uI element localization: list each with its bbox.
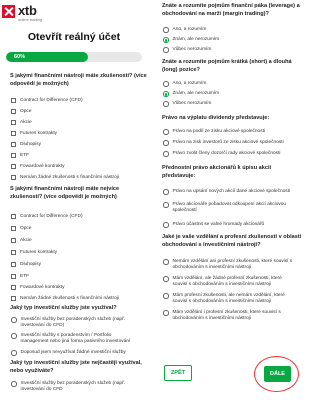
radio-icon[interactable] bbox=[163, 129, 169, 135]
radio-option[interactable]: Doposud jsem nevyužíval žádné investiční… bbox=[11, 350, 126, 356]
radio-option[interactable]: Mám vzdělání i profesní zkušenosti, kter… bbox=[163, 310, 298, 322]
radio-option[interactable]: Právo účastnit se valné hromady akcionář… bbox=[163, 222, 264, 228]
checkbox-option[interactable]: Akcie bbox=[11, 238, 32, 244]
checkbox-option[interactable]: Contract for Difference (CFD) bbox=[11, 214, 83, 220]
checkbox-option[interactable]: Contract for Difference (CFD) bbox=[11, 98, 83, 104]
checkbox-option[interactable]: Nemám žádné zkušenosti s finančními nást… bbox=[11, 175, 119, 181]
checkbox-option[interactable]: ETF bbox=[11, 153, 29, 159]
radio-option[interactable]: Vůbec nerozumím bbox=[163, 101, 211, 107]
radio-icon[interactable] bbox=[163, 81, 169, 87]
question-experience: S jakými finančními nástroji máte zkušen… bbox=[10, 73, 147, 87]
question-service-most-used: Jaký typ investiční služby jste nejčastě… bbox=[10, 360, 142, 374]
radio-icon[interactable] bbox=[163, 151, 169, 157]
radio-icon[interactable] bbox=[163, 140, 169, 146]
checkbox-option[interactable]: Dluhopisy bbox=[11, 262, 41, 268]
radio-option[interactable]: Ano, a rozumím bbox=[163, 81, 206, 87]
question-short-long: Znáte a rozumíte pojmům krátká (short) a… bbox=[162, 59, 292, 73]
radio-option-selected[interactable]: Znám, ale nerozumím bbox=[163, 91, 219, 97]
checkbox-icon[interactable] bbox=[11, 131, 16, 137]
radio-selected-icon[interactable] bbox=[163, 37, 169, 43]
radio-icon[interactable] bbox=[163, 189, 169, 195]
radio-selected-icon[interactable] bbox=[163, 91, 169, 97]
radio-option[interactable]: Investiční služby bez poradenských služe… bbox=[11, 317, 139, 329]
radio-option[interactable]: Právo zvolit členy dozorčí rady akciové … bbox=[163, 151, 280, 157]
checkbox-icon[interactable] bbox=[11, 238, 16, 244]
progress-label: 60% bbox=[14, 53, 26, 60]
checkbox-icon[interactable] bbox=[11, 226, 16, 232]
checkbox-option[interactable]: Akcie bbox=[11, 120, 32, 126]
radio-icon[interactable] bbox=[163, 101, 169, 107]
radio-option[interactable]: Právo na podíl ze zisku akciové společno… bbox=[163, 129, 265, 135]
brand-name: xtb bbox=[18, 3, 37, 18]
checkbox-icon[interactable] bbox=[11, 214, 16, 220]
checkbox-icon[interactable] bbox=[11, 153, 16, 159]
checkbox-icon[interactable] bbox=[11, 175, 16, 181]
checkbox-option[interactable]: Futures kontrakty bbox=[11, 250, 57, 256]
radio-icon[interactable] bbox=[11, 317, 17, 323]
radio-option[interactable]: Investiční služby bez poradenských služe… bbox=[11, 381, 139, 393]
radio-icon[interactable] bbox=[163, 276, 169, 282]
question-most-experience: S jakými finančními nástroji máte nejvíc… bbox=[10, 186, 120, 200]
radio-icon[interactable] bbox=[163, 222, 169, 228]
checkbox-option[interactable]: Opce bbox=[11, 109, 31, 115]
radio-option[interactable]: Právo akcionáře pobadovat odkoupení akci… bbox=[163, 202, 298, 214]
radio-option[interactable]: Mám vzdělání, ale žádné profesní zkušeno… bbox=[163, 276, 298, 288]
checkbox-icon[interactable] bbox=[11, 262, 16, 268]
page-title: Otevřít reálný účet bbox=[27, 31, 121, 43]
question-dividend: Právo na výplatu dividendy představuje: bbox=[162, 115, 270, 121]
radio-icon[interactable] bbox=[163, 310, 169, 316]
radio-icon[interactable] bbox=[163, 47, 169, 53]
xtb-logo: xtb online trading bbox=[2, 3, 62, 23]
checkbox-icon[interactable] bbox=[11, 98, 16, 104]
radio-icon[interactable] bbox=[163, 259, 169, 265]
radio-option[interactable]: Právo na zisk investorů ze zisku akciové… bbox=[163, 140, 284, 146]
radio-icon[interactable] bbox=[163, 293, 169, 299]
checkbox-option[interactable]: Fowardové kontrakty bbox=[11, 164, 65, 170]
checkbox-icon[interactable] bbox=[11, 274, 16, 280]
xtb-logo-mark-icon bbox=[2, 5, 15, 18]
radio-icon[interactable] bbox=[11, 350, 17, 356]
radio-option-selected[interactable]: Znám, ale nerozumím bbox=[163, 37, 219, 43]
question-service-used: Jaký typ investiční služby jste využíval… bbox=[10, 305, 117, 311]
radio-icon[interactable] bbox=[11, 333, 17, 339]
checkbox-icon[interactable] bbox=[11, 142, 16, 148]
checkbox-option[interactable]: Opce bbox=[11, 226, 31, 232]
checkbox-icon[interactable] bbox=[11, 164, 16, 170]
radio-icon[interactable] bbox=[163, 27, 169, 33]
radio-option[interactable]: Mám profesní zkušenosti, ale nemám vzděl… bbox=[163, 293, 298, 305]
radio-icon[interactable] bbox=[11, 381, 17, 387]
checkbox-icon[interactable] bbox=[11, 109, 16, 115]
radio-option[interactable]: Právo na upsání nových akcií dané akciov… bbox=[163, 189, 290, 195]
checkbox-icon[interactable] bbox=[11, 120, 16, 126]
checkbox-icon[interactable] bbox=[11, 296, 16, 302]
question-leverage: Znáte a rozumíte pojmům finanční páka (l… bbox=[162, 3, 300, 17]
brand-tagline: online trading bbox=[18, 17, 43, 22]
question-preemptive-right: Přednostní právo akcionářů k úpisu akcií… bbox=[162, 165, 272, 179]
checkbox-option[interactable]: Fowardové kontrakty bbox=[11, 285, 65, 291]
progress-bar: 60% bbox=[6, 52, 142, 62]
checkbox-option[interactable]: ETF bbox=[11, 274, 29, 280]
next-button[interactable]: DÁLE bbox=[264, 366, 291, 382]
radio-option[interactable]: Investiční služby s poradenstvím / Portf… bbox=[11, 333, 139, 345]
checkbox-option[interactable]: Futures kontrakty bbox=[11, 131, 57, 137]
radio-icon[interactable] bbox=[163, 202, 169, 208]
radio-option[interactable]: Nemám vzdělání ani profesní zkušenosti, … bbox=[163, 259, 298, 271]
radio-option[interactable]: Ano, a rozumím bbox=[163, 27, 206, 33]
question-education: Jaké je vaše vzdělání a profesní zkušeno… bbox=[162, 234, 302, 248]
checkbox-option[interactable]: Dluhopisy bbox=[11, 142, 41, 148]
back-button[interactable]: ZPĚT bbox=[164, 365, 192, 381]
checkbox-icon[interactable] bbox=[11, 250, 16, 256]
checkbox-option[interactable]: Nemám žádné zkušenosti s finančními nást… bbox=[11, 296, 119, 302]
checkbox-icon[interactable] bbox=[11, 285, 16, 291]
radio-option[interactable]: Vůbec nerozumím bbox=[163, 47, 211, 53]
